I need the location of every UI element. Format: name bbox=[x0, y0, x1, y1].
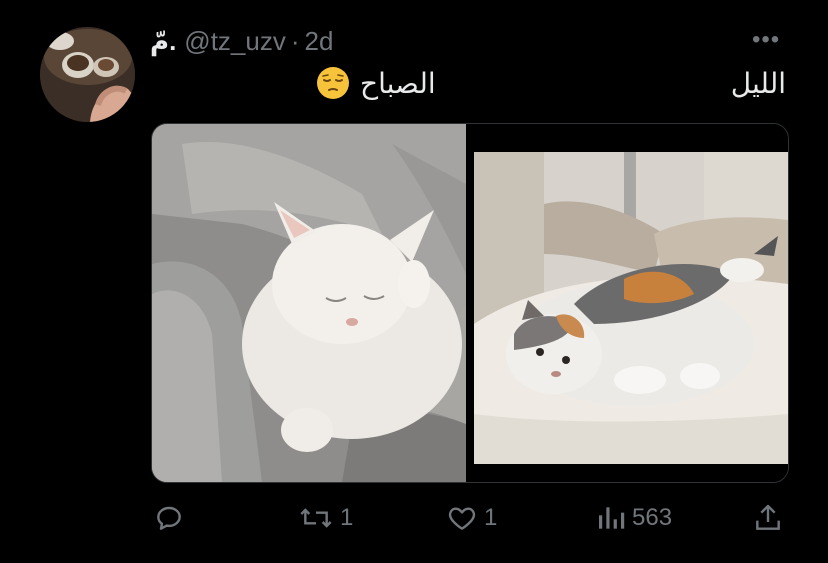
cat-lying-photo[interactable] bbox=[474, 124, 788, 482]
separator-dot: · bbox=[290, 25, 300, 56]
media-grid[interactable] bbox=[151, 123, 789, 483]
heart-icon bbox=[448, 507, 476, 530]
tweet[interactable]: مّ. @tz_uzv · 2d ••• الليل الصباح 1 1 56… bbox=[0, 0, 828, 563]
like-button[interactable]: 1 bbox=[446, 500, 497, 536]
like-count: 1 bbox=[484, 504, 498, 531]
display-name[interactable]: مّ. bbox=[150, 26, 176, 57]
tweet-text-morning: الصباح bbox=[316, 66, 436, 100]
reply-button[interactable] bbox=[153, 500, 185, 536]
morning-label: الصباح bbox=[360, 67, 436, 99]
avatar[interactable] bbox=[40, 27, 135, 122]
reply-icon bbox=[157, 506, 181, 530]
views-button[interactable]: 563 bbox=[596, 500, 672, 536]
more-options-icon[interactable]: ••• bbox=[752, 28, 780, 52]
retweet-count: 1 bbox=[340, 504, 354, 531]
retweet-button[interactable]: 1 bbox=[298, 500, 353, 536]
pensive-face-icon bbox=[317, 67, 349, 99]
cat-sleeping-photo[interactable] bbox=[152, 124, 466, 482]
views-icon bbox=[599, 507, 625, 529]
tweet-text-night: الليل bbox=[730, 68, 786, 99]
views-count: 563 bbox=[632, 504, 673, 531]
share-button[interactable] bbox=[752, 500, 784, 536]
tweet-header: مّ. @tz_uzv · 2d bbox=[150, 24, 333, 58]
user-handle[interactable]: @tz_uzv bbox=[184, 26, 286, 57]
avatar-image bbox=[40, 27, 135, 122]
share-icon bbox=[756, 504, 780, 530]
retweet-icon bbox=[300, 508, 332, 528]
action-bar: 1 1 563 bbox=[0, 500, 828, 536]
timestamp[interactable]: 2d bbox=[305, 26, 334, 57]
